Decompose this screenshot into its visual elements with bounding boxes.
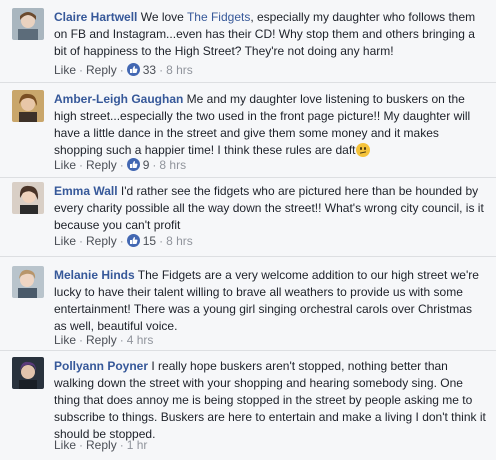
divider	[0, 82, 496, 83]
comment-body: Pollyann Poyner I really hope buskers ar…	[54, 358, 486, 443]
like-count[interactable]: 33	[143, 63, 156, 77]
thumbs-up-icon	[126, 234, 140, 247]
comment-author[interactable]: Pollyann Poyner	[54, 359, 148, 373]
comment-text: I'd rather see the fidgets who are pictu…	[54, 184, 484, 232]
like-link[interactable]: Like	[54, 234, 76, 248]
comment-author[interactable]: Emma Wall	[54, 184, 118, 198]
avatar[interactable]	[12, 266, 44, 298]
comment-author[interactable]: Melanie Hinds	[54, 268, 135, 282]
reply-link[interactable]: Reply	[86, 63, 117, 77]
timestamp[interactable]: 8 hrs	[166, 63, 193, 77]
comment-author[interactable]: Amber-Leigh Gaughan	[54, 92, 183, 106]
comment-actions: Like · Reply · 15 · 8 hrs	[54, 234, 193, 248]
timestamp[interactable]: 4 hrs	[127, 333, 154, 347]
timestamp[interactable]: 1 hr	[127, 438, 148, 452]
comment-body: Melanie Hinds The Fidgets are a very wel…	[54, 267, 486, 335]
comment-author[interactable]: Claire Hartwell	[54, 10, 137, 24]
comment-actions: Like · Reply · 4 hrs	[54, 333, 154, 347]
comment-actions: Like · Reply · 1 hr	[54, 438, 148, 452]
like-link[interactable]: Like	[54, 158, 76, 172]
like-link[interactable]: Like	[54, 63, 76, 77]
comment-body: Amber-Leigh Gaughan Me and my daughter l…	[54, 91, 486, 159]
timestamp[interactable]: 8 hrs	[159, 158, 186, 172]
comment-body: Emma Wall I'd rather see the fidgets who…	[54, 183, 486, 234]
divider	[0, 350, 496, 351]
avatar[interactable]	[12, 182, 44, 214]
like-link[interactable]: Like	[54, 438, 76, 452]
reply-link[interactable]: Reply	[86, 333, 117, 347]
divider	[0, 256, 496, 257]
timestamp[interactable]: 8 hrs	[166, 234, 193, 248]
like-link[interactable]: Like	[54, 333, 76, 347]
divider	[0, 177, 496, 178]
thumbs-up-icon	[126, 158, 140, 171]
reply-link[interactable]: Reply	[86, 158, 117, 172]
comment-body: Claire Hartwell We love The Fidgets, esp…	[54, 9, 486, 60]
like-count[interactable]: 15	[143, 234, 156, 248]
avatar[interactable]	[12, 90, 44, 122]
page-link[interactable]: The Fidgets	[187, 10, 250, 24]
avatar[interactable]	[12, 8, 44, 40]
thumbs-up-icon	[126, 63, 140, 76]
confused-face-icon	[355, 143, 370, 157]
comment-actions: Like · Reply · 33 · 8 hrs	[54, 63, 193, 77]
reply-link[interactable]: Reply	[86, 438, 117, 452]
comment-actions: Like · Reply · 9 · 8 hrs	[54, 158, 187, 172]
comment-text: We love	[137, 10, 187, 24]
reply-link[interactable]: Reply	[86, 234, 117, 248]
avatar[interactable]	[12, 357, 44, 389]
